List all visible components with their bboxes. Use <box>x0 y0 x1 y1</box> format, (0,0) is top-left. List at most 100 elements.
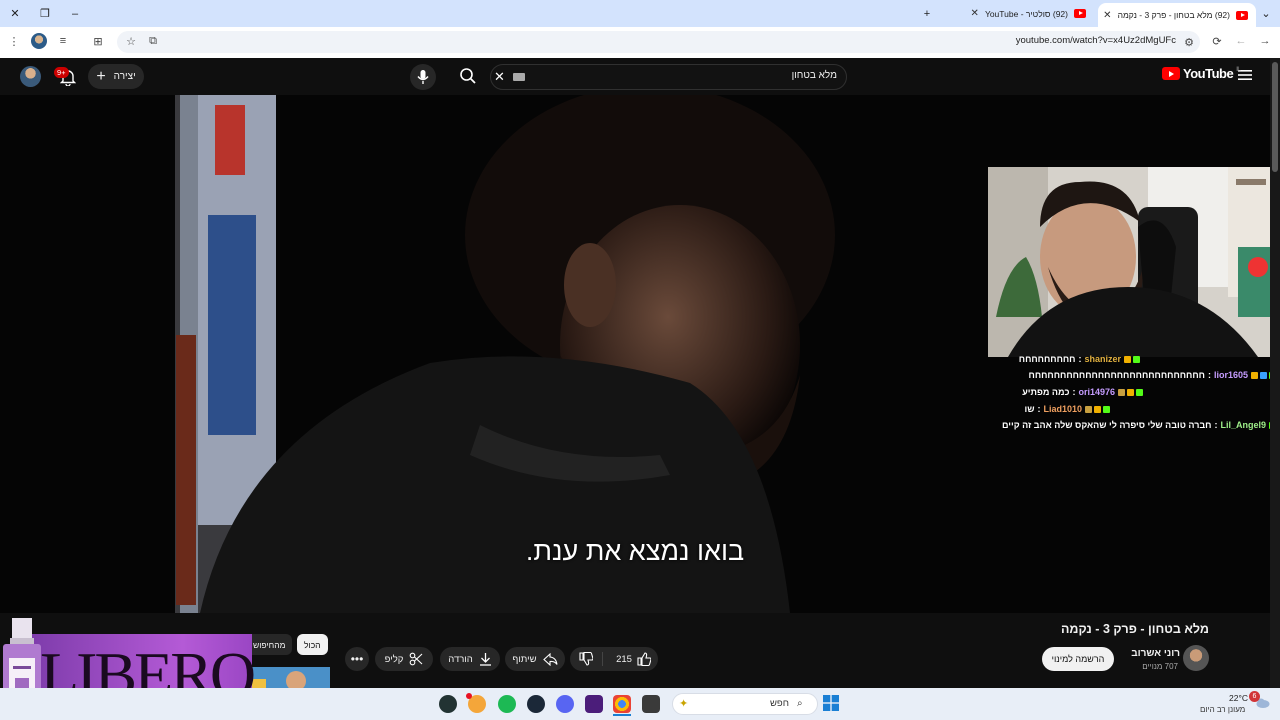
profile-avatar[interactable] <box>31 33 47 49</box>
chat-message: חברה טובה שלי סיפרה לי שהאקס שלה אהב זה … <box>1001 420 1212 430</box>
next-app-icon[interactable] <box>585 695 603 713</box>
youtube-logo[interactable]: YouTube IL <box>1162 66 1241 81</box>
notification-dot <box>466 693 472 699</box>
youtube-play-icon <box>1162 67 1180 80</box>
search-input[interactable]: מלא בטחון <box>792 70 837 81</box>
clip-button[interactable]: קליפ <box>375 647 433 671</box>
steam-icon[interactable] <box>527 695 545 713</box>
download-icon <box>479 652 492 666</box>
chat-username: lior1605 <box>1213 370 1248 380</box>
tab-active[interactable]: (92) מלא בטחון - פרק 3 - נקמה ✕ <box>1098 3 1256 27</box>
plus-icon: + <box>96 67 106 85</box>
scrollbar-thumb[interactable] <box>1272 62 1278 172</box>
chat-badges <box>1085 405 1110 413</box>
chip-all[interactable]: הכול <box>297 634 328 655</box>
reading-list-icon[interactable]: ≡ <box>54 32 72 50</box>
keyboard-icon[interactable] <box>513 73 525 81</box>
weather-temperature[interactable]: 22°C <box>1229 693 1248 703</box>
taskbar-search-placeholder[interactable]: חפש <box>770 698 789 709</box>
chat-message: חחחחחחחחח <box>1018 354 1076 364</box>
youtube-favicon-icon <box>1236 10 1248 20</box>
chat-username: Lil_Angel9 <box>1220 420 1266 430</box>
like-button[interactable]: 215 <box>602 652 658 666</box>
spotify-icon[interactable] <box>498 695 516 713</box>
more-horizontal-icon: ••• <box>350 652 364 666</box>
scissors-icon <box>409 652 423 666</box>
bookmark-star-icon[interactable]: ☆ <box>122 32 140 50</box>
tab-close-icon[interactable]: ✕ <box>971 8 979 19</box>
chat-badges <box>1118 388 1143 396</box>
notification-count-badge: 9+ <box>54 67 69 78</box>
discord-icon[interactable] <box>556 695 574 713</box>
windows-taskbar <box>0 688 1280 720</box>
chat-line: Lil_Angel9 : חברה טובה שלי סיפרה לי שהאק… <box>1002 420 1276 430</box>
chat-username: shanizer <box>1084 354 1121 364</box>
youtube-logo-text: YouTube <box>1183 66 1234 81</box>
weather-badge: 6 <box>1249 691 1260 702</box>
chat-badges <box>1124 355 1140 363</box>
microphone-icon <box>417 70 429 84</box>
webcam-overlay <box>988 167 1280 357</box>
dislike-button[interactable] <box>570 652 602 666</box>
plus-icon: + <box>923 7 931 20</box>
chat-line: lior1605 : חחחחחחחחחחחחחחחחחחחחחחחחחחחח <box>1029 370 1276 380</box>
recommended-thumbnail[interactable] <box>250 667 330 689</box>
account-avatar[interactable] <box>20 66 41 87</box>
create-button[interactable]: יצירה + <box>88 64 144 89</box>
clear-search-icon[interactable]: ✕ <box>494 69 505 85</box>
download-label: הורדה <box>448 653 473 665</box>
create-label: יצירה <box>113 71 136 82</box>
forward-button[interactable]: ← <box>1232 32 1250 50</box>
tab-close-icon[interactable]: ✕ <box>1103 10 1111 21</box>
window-close-button[interactable]: ✕ <box>0 0 30 27</box>
tab-search-dropdown[interactable]: ⌄ <box>1252 0 1280 27</box>
share-icon <box>542 652 558 666</box>
file-explorer-icon[interactable] <box>642 695 660 713</box>
download-button[interactable]: הורדה <box>440 647 500 671</box>
chrome-icon[interactable] <box>613 695 631 713</box>
chat-username: ori14976 <box>1078 387 1115 397</box>
youtube-favicon-icon <box>1074 9 1086 18</box>
install-app-icon[interactable]: ⧉ <box>144 32 162 50</box>
window-minimize-button[interactable]: – <box>60 0 90 27</box>
chat-line: Liad1010 : שו <box>1024 404 1110 414</box>
windows-start-icon[interactable] <box>823 695 839 711</box>
copilot-sparkle-icon: ✦ <box>679 698 689 710</box>
subscribe-button[interactable]: הרשמה למינוי <box>1042 647 1114 671</box>
search-icon[interactable] <box>459 67 477 85</box>
channel-name[interactable]: רוני אשרוב <box>1131 648 1180 659</box>
like-count: 215 <box>616 653 632 665</box>
chat-message: שו <box>1024 404 1035 414</box>
app-icon[interactable] <box>439 695 457 713</box>
url-text[interactable]: youtube.com/watch?v=x4Uz2dMgUFc <box>1016 35 1176 46</box>
site-info-icon[interactable]: ⚙ <box>1180 33 1198 51</box>
thumbs-down-icon <box>579 652 593 666</box>
channel-avatar[interactable] <box>1183 645 1209 671</box>
back-button[interactable]: → <box>1256 32 1274 50</box>
voice-search-button[interactable] <box>410 64 436 90</box>
subscriber-count: 707 מנויים <box>1142 662 1178 671</box>
new-tab-button[interactable]: + <box>912 0 942 27</box>
extensions-icon[interactable]: ⊞ <box>89 32 107 50</box>
country-code: IL <box>1236 66 1241 73</box>
share-button[interactable]: שיתוף <box>505 647 565 671</box>
webcam-frame <box>988 167 1280 357</box>
video-title: מלא בטחון - פרק 3 - נקמה <box>1060 622 1209 636</box>
chat-line: ori14976 : כמה מפתיע <box>1022 387 1143 397</box>
more-actions-button[interactable]: ••• <box>345 647 369 671</box>
reload-button[interactable]: ⟳ <box>1208 32 1226 50</box>
weather-description[interactable]: מעונן רב היום <box>1200 705 1245 714</box>
tab-title: (92) מלא בטחון - פרק 3 - נקמה <box>1117 10 1230 20</box>
like-dislike-group: 215 <box>570 647 658 671</box>
chat-message: חחחחחחחחחחחחחחחחחחחחחחחחחחחח <box>1028 370 1205 380</box>
share-label: שיתוף <box>512 653 537 665</box>
browser-menu-icon[interactable]: ⋮ <box>5 32 23 50</box>
active-app-indicator <box>613 714 631 716</box>
search-icon: ⌕ <box>797 698 803 709</box>
tab-title: (92) סולטיר - YouTube <box>984 8 1068 19</box>
tab-inactive[interactable]: (92) סולטיר - YouTube ✕ <box>942 0 1094 27</box>
window-restore-button[interactable]: ❐ <box>30 0 60 27</box>
video-subtitle: בואו נמצא את ענת. <box>525 536 745 566</box>
clip-label: קליפ <box>384 653 404 665</box>
chat-message: כמה מפתיע <box>1022 387 1070 397</box>
